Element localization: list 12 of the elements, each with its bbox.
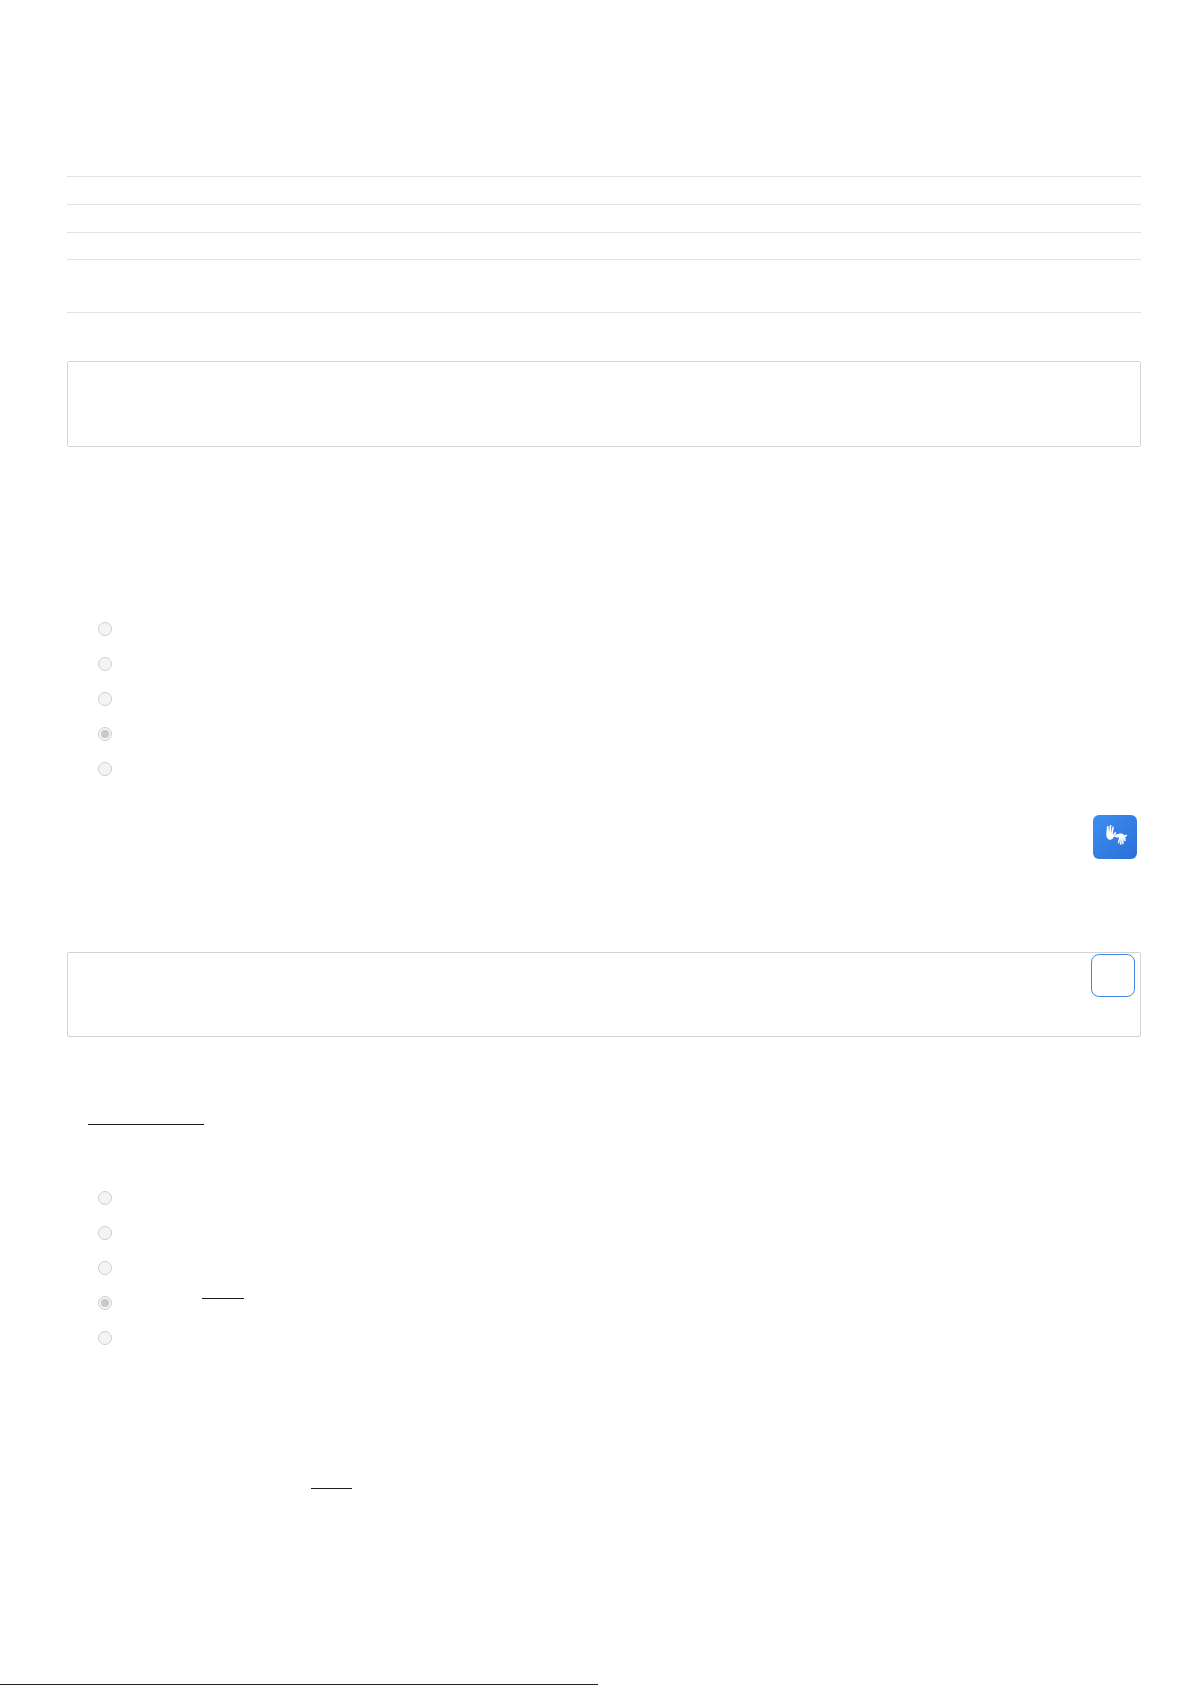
radio-button[interactable]: [98, 1226, 112, 1240]
radio-button[interactable]: [98, 1191, 112, 1205]
radio-button[interactable]: [98, 1296, 112, 1310]
radio-button[interactable]: [98, 691, 112, 706]
radio-button[interactable]: [98, 1331, 112, 1345]
sign-language-button[interactable]: [1093, 814, 1137, 859]
radio-button[interactable]: [98, 1261, 112, 1275]
radio-button[interactable]: [98, 761, 112, 776]
radio-button[interactable]: [98, 656, 112, 671]
radio-button[interactable]: [98, 726, 112, 741]
square-button[interactable]: [1091, 953, 1135, 997]
radio-button[interactable]: [98, 621, 112, 636]
